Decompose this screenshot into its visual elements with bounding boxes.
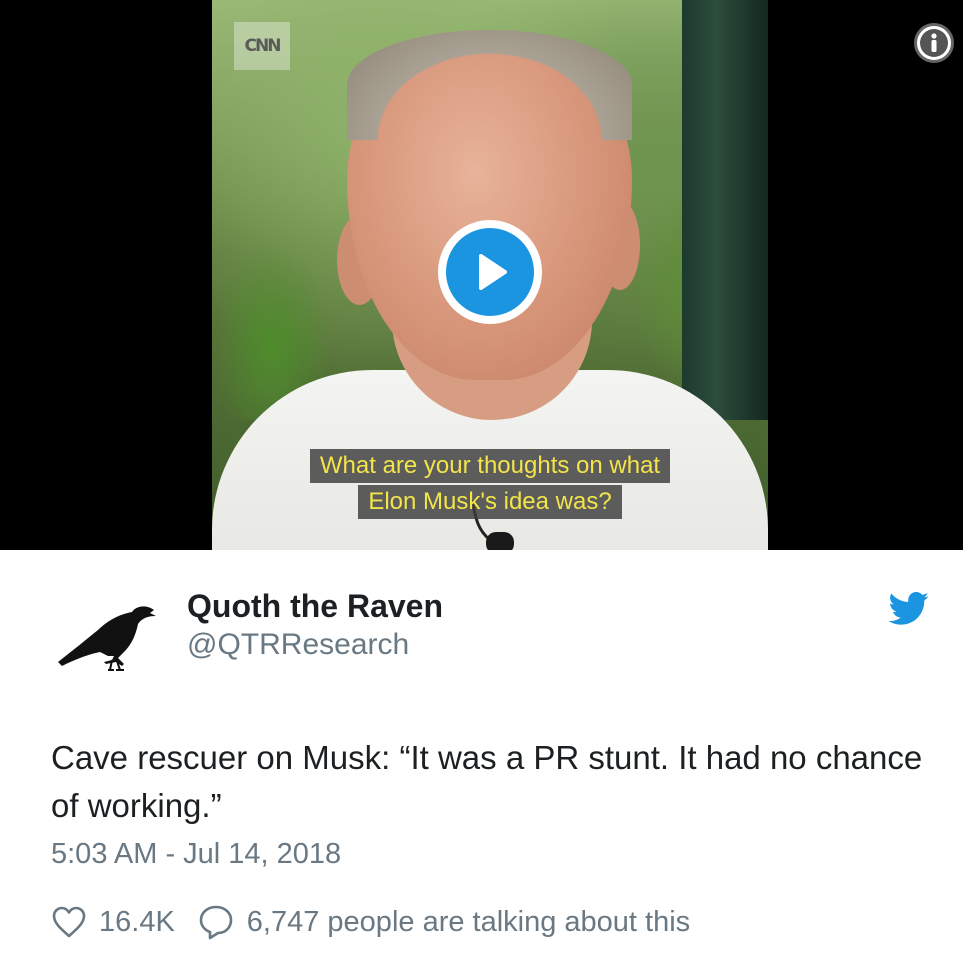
person-hair xyxy=(347,30,632,140)
talking-count: 6,747 people are talking about this xyxy=(246,905,691,938)
video-caption: What are your thoughts on what Elon Musk… xyxy=(275,448,705,520)
tweet-text: Cave rescuer on Musk: “It was a PR stunt… xyxy=(51,739,923,824)
author-display-name[interactable]: Quoth the Raven xyxy=(187,588,443,625)
heart-icon xyxy=(52,906,86,938)
play-icon xyxy=(446,228,534,316)
caption-line-2: Elon Musk's idea was? xyxy=(358,485,622,519)
video-player[interactable]: CNN What are your thoughts on what Elon … xyxy=(0,0,963,550)
background-pole xyxy=(682,0,768,420)
caption-line-1: What are your thoughts on what xyxy=(309,449,671,483)
info-button[interactable] xyxy=(914,23,954,63)
like-count: 16.4K xyxy=(99,905,175,938)
play-button[interactable] xyxy=(438,220,542,324)
cnn-watermark: CNN xyxy=(234,22,290,70)
tweet-actions: 16.4K 6,747 people are talking about thi… xyxy=(51,900,690,944)
twitter-bird-icon[interactable] xyxy=(888,592,930,626)
author-handle[interactable]: @QTRResearch xyxy=(187,628,409,662)
raven-icon[interactable] xyxy=(50,600,160,680)
speech-bubble-icon xyxy=(199,905,233,940)
like-button[interactable]: 16.4K xyxy=(51,905,175,939)
info-icon xyxy=(920,29,948,57)
reply-button[interactable]: 6,747 people are talking about this xyxy=(197,904,690,940)
tweet-timestamp[interactable]: 5:03 AM - Jul 14, 2018 xyxy=(51,838,341,871)
